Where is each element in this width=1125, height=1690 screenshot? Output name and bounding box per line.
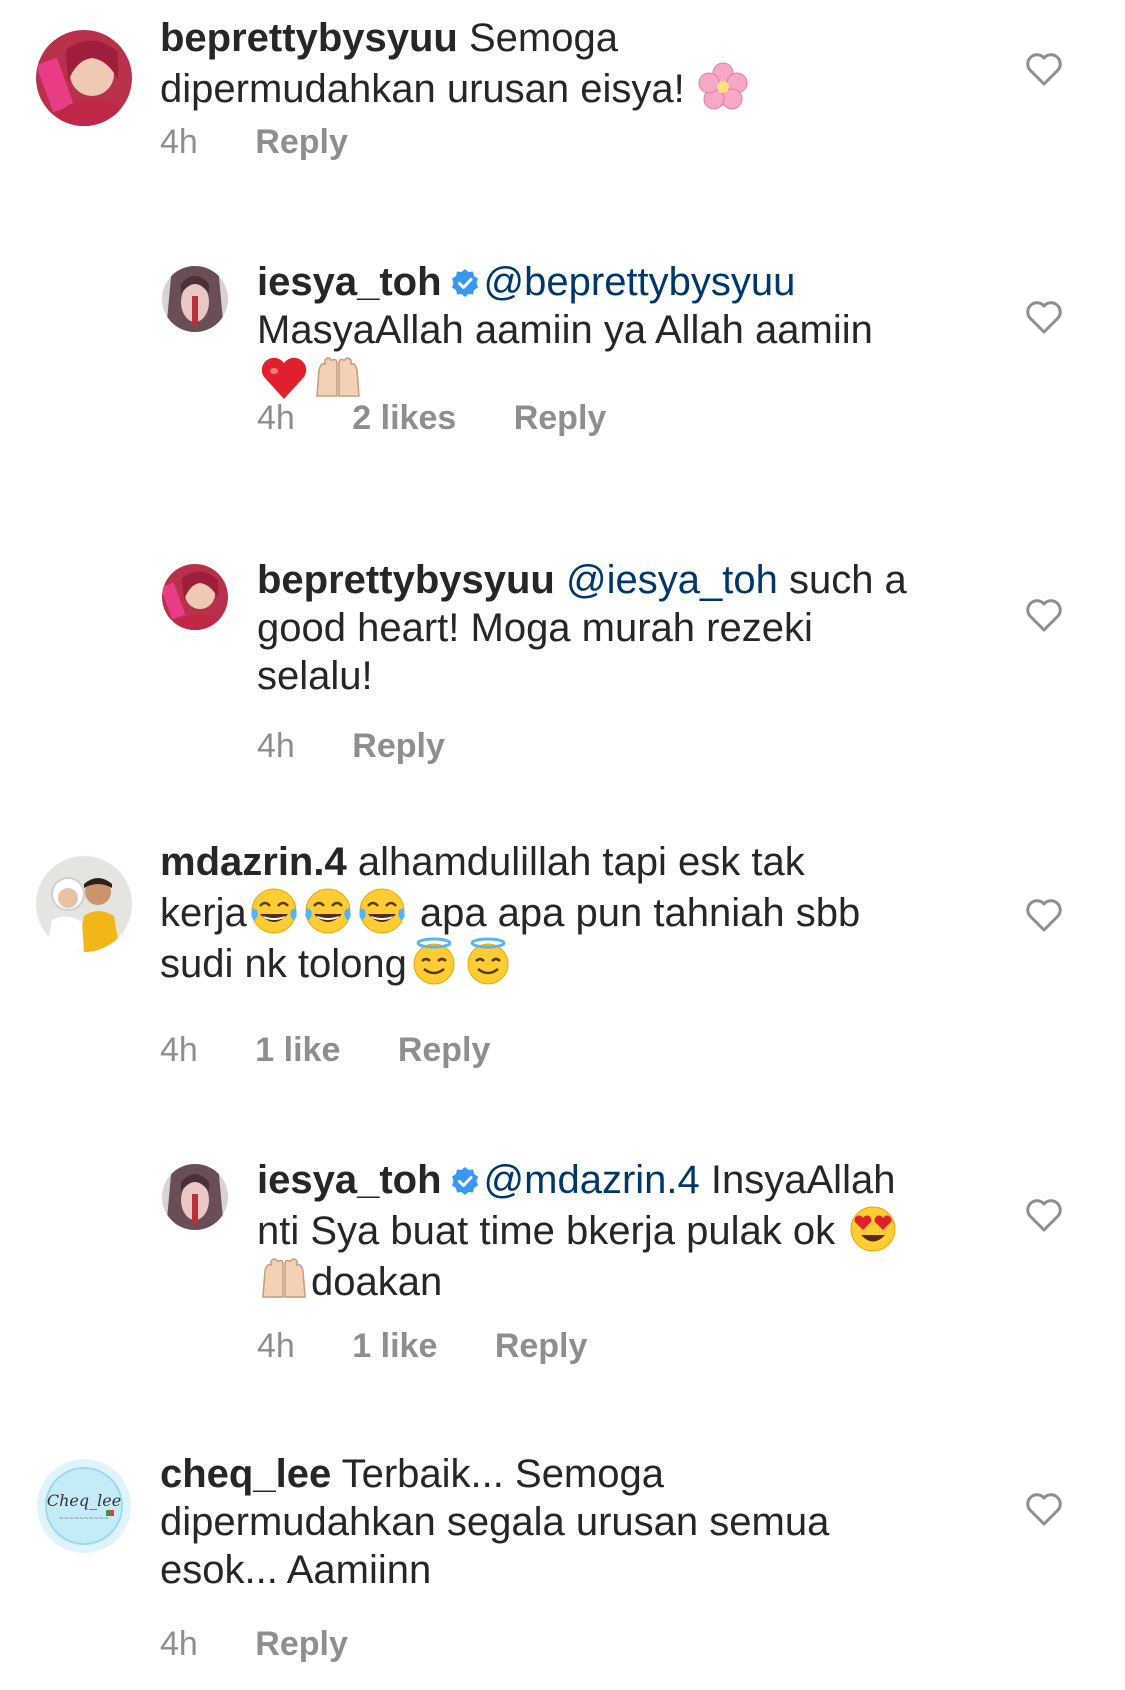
heart-outline-icon[interactable]: [1024, 50, 1064, 90]
verified-badge-icon: [450, 261, 480, 297]
reply-button[interactable]: Reply: [352, 726, 445, 766]
comment-time: 4h: [160, 1031, 198, 1069]
comment-body: doakan: [311, 1260, 443, 1304]
avatar[interactable]: Cheq_lee ~~~~~~~~~~: [36, 1458, 132, 1554]
comment-text: iesya_toh @beprettybysyuu MasyaAllah aami…: [257, 258, 997, 405]
comment-username[interactable]: cheq_lee: [160, 1452, 331, 1496]
tears-of-joy-emoji: [303, 886, 353, 936]
mention-link[interactable]: @beprettybysyuu: [484, 260, 796, 304]
reply-item: iesya_toh @mdazrin.4 InsyaAllah nti Sya b…: [0, 1156, 1125, 1376]
svg-text:~~~~~~~~~~: ~~~~~~~~~~: [59, 1515, 109, 1522]
tears-of-joy-emoji: [249, 886, 299, 936]
comment-meta: 4h Reply: [160, 1624, 348, 1664]
comment-body: apa apa pun tahniah sbb: [419, 891, 861, 935]
comment-body: Semoga: [468, 16, 618, 60]
reply-button[interactable]: Reply: [495, 1326, 588, 1366]
comment-meta: 4h Reply: [257, 726, 445, 766]
comment-time: 4h: [257, 399, 295, 437]
comment-username[interactable]: beprettybysyuu: [257, 558, 555, 602]
mention-link[interactable]: @iesya_toh: [566, 558, 778, 602]
comment-body: kerja: [160, 891, 247, 935]
comment-body: esok... Aamiinn: [160, 1548, 432, 1592]
comment-text: beprettybysyuu Semoga dipermudahkan urus…: [160, 14, 1000, 113]
comment-username[interactable]: beprettybysyuu: [160, 16, 458, 60]
reply-button[interactable]: Reply: [255, 1624, 348, 1664]
comment-body: nti Sya buat time bkerja pulak ok: [257, 1209, 836, 1253]
comment-text: cheq_lee Terbaik... Semoga dipermudahkan…: [160, 1450, 1000, 1594]
comment-meta: 4h 1 like Reply: [160, 1030, 490, 1070]
raised-hands-emoji: [259, 1255, 309, 1305]
comment-meta: 4h Reply: [160, 122, 348, 162]
likes-count[interactable]: 2 likes: [352, 398, 456, 438]
comment-username[interactable]: iesya_toh: [257, 1158, 442, 1202]
verified-badge-icon: [450, 1159, 480, 1195]
comment-username[interactable]: iesya_toh: [257, 260, 442, 304]
likes-count[interactable]: 1 like: [255, 1030, 340, 1070]
avatar[interactable]: [162, 564, 228, 630]
avatar[interactable]: [36, 30, 132, 126]
comment-meta: 4h 1 like Reply: [257, 1326, 587, 1366]
heart-outline-icon[interactable]: [1024, 896, 1064, 936]
heart-outline-icon[interactable]: [1024, 298, 1064, 338]
reply-button[interactable]: Reply: [398, 1030, 491, 1070]
reply-item: iesya_toh @beprettybysyuu MasyaAllah aami…: [0, 258, 1125, 478]
tears-of-joy-emoji: [357, 886, 407, 936]
avatar[interactable]: [36, 856, 132, 952]
comment-body: dipermudahkan segala urusan semua: [160, 1500, 830, 1544]
avatar[interactable]: [162, 266, 228, 332]
comment-body: sudi nk tolong: [160, 942, 407, 986]
comment-body: InsyaAllah: [710, 1158, 896, 1202]
comment-username[interactable]: mdazrin.4: [160, 840, 347, 884]
comment-body: dipermudahkan urusan eisya!: [160, 67, 685, 111]
comment-body: Terbaik... Semoga: [341, 1452, 664, 1496]
comment-time: 4h: [257, 727, 295, 765]
mention-link[interactable]: @mdazrin.4: [484, 1158, 700, 1202]
heart-outline-icon[interactable]: [1024, 1196, 1064, 1236]
comment-time: 4h: [257, 1327, 295, 1365]
svg-text:Cheq_lee: Cheq_lee: [47, 1491, 121, 1510]
comment-body: MasyaAllah aamiin ya Allah aamiin: [257, 308, 873, 352]
halo-smile-emoji: [463, 937, 513, 987]
comment-item: mdazrin.4 alhamdulillah tapi esk tak ker…: [0, 840, 1125, 1076]
likes-count[interactable]: 1 like: [352, 1326, 437, 1366]
halo-smile-emoji: [409, 937, 459, 987]
comment-text: mdazrin.4 alhamdulillah tapi esk tak ker…: [160, 838, 1000, 988]
comment-item: beprettybysyuu Semoga dipermudahkan urus…: [0, 14, 1125, 174]
raised-hands-emoji: [313, 354, 363, 404]
comment-body: such a: [788, 558, 907, 602]
comment-body: good heart! Moga murah rezeki: [257, 606, 813, 650]
reply-item: beprettybysyuu @iesya_toh such a good he…: [0, 556, 1125, 776]
comment-text: beprettybysyuu @iesya_toh such a good he…: [257, 556, 997, 700]
comment-body: alhamdulillah tapi esk tak: [357, 840, 805, 884]
avatar[interactable]: [162, 1164, 228, 1230]
reply-button[interactable]: Reply: [255, 122, 348, 162]
comment-time: 4h: [160, 1625, 198, 1663]
comment-meta: 4h 2 likes Reply: [257, 398, 606, 438]
heart-outline-icon[interactable]: [1024, 1490, 1064, 1530]
comment-item: Cheq_lee ~~~~~~~~~~ cheq_lee Terbaik... …: [0, 1450, 1125, 1670]
heart-eyes-emoji: [848, 1204, 898, 1254]
comment-time: 4h: [160, 123, 198, 161]
comment-text: iesya_toh @mdazrin.4 InsyaAllah nti Sya b…: [257, 1156, 997, 1306]
comment-body: selalu!: [257, 654, 373, 698]
cherry-blossom-emoji: [698, 62, 748, 112]
heart-outline-icon[interactable]: [1024, 596, 1064, 636]
reply-button[interactable]: Reply: [514, 398, 607, 438]
red-heart-emoji: [259, 354, 309, 404]
